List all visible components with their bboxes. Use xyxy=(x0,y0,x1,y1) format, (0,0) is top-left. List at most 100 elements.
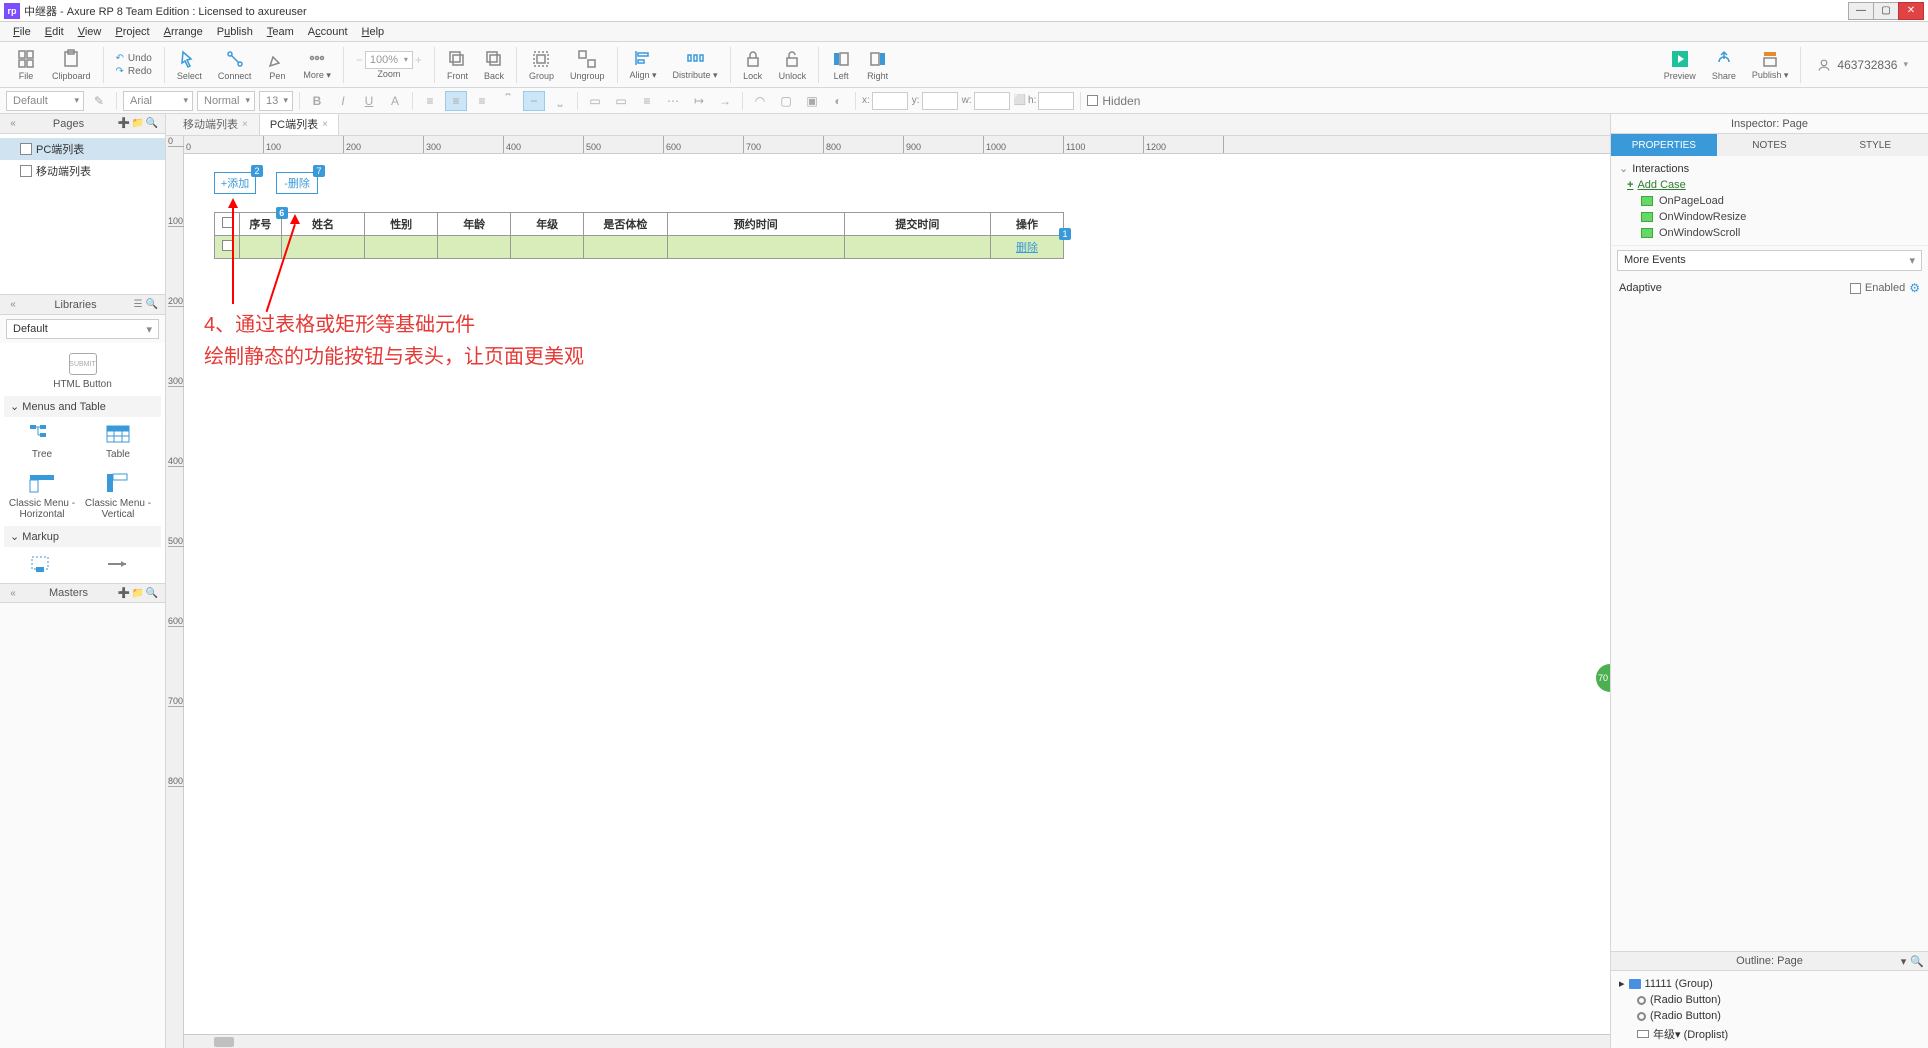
tab-close-icon[interactable]: × xyxy=(242,119,248,130)
redo-button[interactable]: ↷Redo xyxy=(116,65,152,78)
clipboard-group[interactable]: Clipboard xyxy=(44,49,99,81)
arrow-start-button[interactable]: ↦ xyxy=(688,91,710,111)
menu-account[interactable]: Account xyxy=(301,26,355,38)
align-middle-button[interactable]: ⎯ xyxy=(523,91,545,111)
scrollbar-thumb[interactable] xyxy=(214,1037,234,1047)
w-input[interactable] xyxy=(974,92,1010,110)
eyedropper-button[interactable]: ✎ xyxy=(88,91,110,111)
header-checkbox[interactable] xyxy=(215,213,240,236)
fill-button[interactable]: ▭ xyxy=(584,91,606,111)
italic-button[interactable]: I xyxy=(332,91,354,111)
font-size-select[interactable]: 13 xyxy=(259,91,293,111)
tab-close-icon[interactable]: × xyxy=(322,119,328,130)
select-tool[interactable]: Select xyxy=(169,49,210,81)
collapse-icon[interactable]: « xyxy=(6,298,20,312)
font-weight-select[interactable]: Normal xyxy=(197,91,255,111)
bold-button[interactable]: B xyxy=(306,91,328,111)
event-onwindowscroll[interactable]: OnWindowScroll xyxy=(1619,225,1920,241)
close-button[interactable]: ✕ xyxy=(1898,2,1924,20)
outline-filter-icon[interactable]: ▾ xyxy=(1901,955,1907,968)
floating-badge[interactable]: 70 xyxy=(1596,664,1610,692)
lib-menu-icon[interactable]: ☰ xyxy=(131,298,145,312)
outline-search-icon[interactable]: 🔍 xyxy=(1910,955,1924,968)
lib-snapshot[interactable] xyxy=(4,547,80,583)
shadow-inner-button[interactable]: ▣ xyxy=(801,91,823,111)
arrow-end-button[interactable]: → xyxy=(714,91,736,111)
page-item-mobile[interactable]: 移动端列表 xyxy=(0,160,165,182)
y-input[interactable] xyxy=(922,92,958,110)
line-style-button[interactable]: ⋯ xyxy=(662,91,684,111)
align-center-button[interactable]: ≡ xyxy=(445,91,467,111)
lib-arrow[interactable] xyxy=(80,547,156,583)
horizontal-scrollbar[interactable] xyxy=(184,1034,1610,1048)
preview-button[interactable]: Preview xyxy=(1656,49,1704,81)
align-button[interactable]: Align ▾ xyxy=(622,48,665,81)
zoom-group[interactable]: −100%▾+ Zoom xyxy=(348,51,430,79)
collapse-icon[interactable]: « xyxy=(6,117,20,131)
collapse-icon[interactable]: « xyxy=(6,586,20,600)
x-input[interactable] xyxy=(872,92,908,110)
line-width-button[interactable]: ≡ xyxy=(636,91,658,111)
user-area[interactable]: 463732836 ▾ xyxy=(1805,58,1920,72)
event-onpageload[interactable]: OnPageLoad xyxy=(1619,193,1920,209)
search-masters-icon[interactable]: 🔍 xyxy=(145,586,159,600)
left-pane-button[interactable]: Left xyxy=(823,49,859,81)
zoom-combo[interactable]: 100%▾ xyxy=(365,51,413,69)
outline-item-radio1[interactable]: (Radio Button) xyxy=(1615,992,1924,1008)
menu-arrange[interactable]: Arrange xyxy=(157,26,210,38)
file-group[interactable]: File xyxy=(8,49,44,81)
canvas-tab-mobile[interactable]: 移动端列表× xyxy=(172,114,259,135)
add-page-icon[interactable]: ➕ xyxy=(117,117,131,131)
minimize-button[interactable]: — xyxy=(1848,2,1874,20)
publish-button[interactable]: Publish ▾ xyxy=(1744,48,1797,81)
add-folder-icon[interactable]: 📁 xyxy=(131,117,145,131)
add-case-link[interactable]: Add Case xyxy=(1619,179,1686,191)
right-pane-button[interactable]: Right xyxy=(859,49,896,81)
pen-tool[interactable]: Pen xyxy=(259,49,295,81)
lib-search-icon[interactable]: 🔍 xyxy=(145,298,159,312)
align-right-button[interactable]: ≡ xyxy=(471,91,493,111)
lib-table[interactable]: Table xyxy=(80,417,156,466)
hidden-checkbox[interactable]: Hidden xyxy=(1087,94,1140,108)
style-preset-select[interactable]: Default xyxy=(6,91,84,111)
h-input[interactable] xyxy=(1038,92,1074,110)
outline-item-droplist[interactable]: 年级▾ (Droplist) xyxy=(1615,1024,1924,1044)
menu-project[interactable]: Project xyxy=(108,26,156,38)
lib-section-menus[interactable]: ⌄ Menus and Table xyxy=(4,396,161,417)
delete-button-widget[interactable]: -删除 7 xyxy=(276,172,318,194)
lib-classic-menu-h[interactable]: Classic Menu - Horizontal xyxy=(4,466,80,526)
tab-properties[interactable]: PROPERTIES xyxy=(1611,134,1717,156)
front-button[interactable]: Front xyxy=(439,49,476,81)
group-button[interactable]: Group xyxy=(521,49,562,81)
undo-button[interactable]: ↶Undo xyxy=(116,52,152,65)
outline-item-radio2[interactable]: (Radio Button) xyxy=(1615,1008,1924,1024)
table-widget[interactable]: 序号 姓名6 性别 年龄 年级 是否体检 预约时间 提交时间 操作 xyxy=(214,212,1064,259)
ungroup-button[interactable]: Ungroup xyxy=(562,49,613,81)
adaptive-enabled-checkbox[interactable]: Enabled⚙ xyxy=(1850,281,1920,295)
shadow-outer-button[interactable]: ▢ xyxy=(775,91,797,111)
maximize-button[interactable]: ▢ xyxy=(1873,2,1899,20)
tab-style[interactable]: STYLE xyxy=(1822,134,1928,156)
row-checkbox[interactable] xyxy=(215,236,240,259)
font-select[interactable]: Arial xyxy=(123,91,193,111)
event-onwindowresize[interactable]: OnWindowResize xyxy=(1619,209,1920,225)
align-top-button[interactable]: ⎴ xyxy=(497,91,519,111)
text-color-button[interactable]: A xyxy=(384,91,406,111)
back-button[interactable]: Back xyxy=(476,49,512,81)
canvas[interactable]: +添加 2 -删除 7 序号 姓名6 性别 xyxy=(184,154,1610,1034)
canvas-tab-pc[interactable]: PC端列表× xyxy=(259,114,339,135)
lib-section-markup[interactable]: ⌄ Markup xyxy=(4,526,161,547)
align-bottom-button[interactable]: ⎵ xyxy=(549,91,571,111)
more-tool[interactable]: More ▾ xyxy=(295,48,339,81)
distribute-button[interactable]: Distribute ▾ xyxy=(665,48,726,81)
outline-root[interactable]: ▸11111 (Group) xyxy=(1615,975,1924,992)
connect-tool[interactable]: Connect xyxy=(210,49,260,81)
lib-classic-menu-v[interactable]: Classic Menu - Vertical xyxy=(80,466,156,526)
menu-view[interactable]: View xyxy=(71,26,109,38)
search-pages-icon[interactable]: 🔍 xyxy=(145,117,159,131)
tab-notes[interactable]: NOTES xyxy=(1717,134,1823,156)
menu-file[interactable]: File xyxy=(6,26,38,38)
line-color-button[interactable]: ▭ xyxy=(610,91,632,111)
share-button[interactable]: Share xyxy=(1704,49,1744,81)
more-events-dropdown[interactable]: More Events▾ xyxy=(1617,250,1922,271)
